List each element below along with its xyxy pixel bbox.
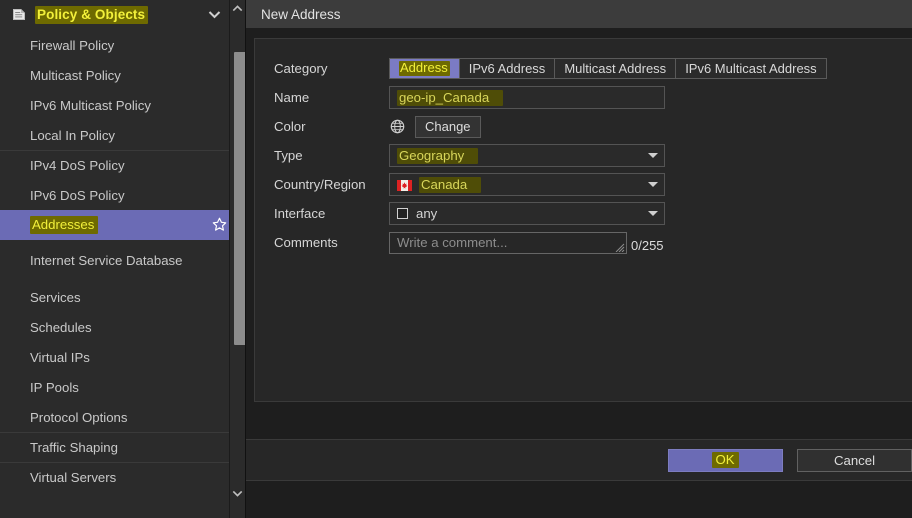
dialog-footer: OK Cancel [246,439,912,481]
category-option-label: Address [399,60,450,76]
form-row-type: Type Geography [255,141,912,170]
country-region-value: Canada [419,176,482,193]
name-label: Name [274,90,310,105]
sidebar-item-label: Firewall Policy [30,37,115,53]
category-label: Category [274,61,328,76]
sidebar-item-ipv6-multicast-policy[interactable]: IPv6 Multicast Policy [0,90,245,120]
interface-value: any [416,206,438,221]
form-row-country-region: Country/Region Canada [255,170,912,199]
resize-grip-icon[interactable] [614,241,625,252]
type-label: Type [274,148,303,163]
sidebar-item-multicast-policy[interactable]: Multicast Policy [0,60,245,90]
sidebar-item-traffic-shaping[interactable]: Traffic Shaping [0,432,245,462]
form-row-color: Color Change [255,112,912,141]
sidebar-item-label: Schedules [30,319,92,335]
sidebar-item-firewall-policy[interactable]: Firewall Policy [0,30,245,60]
name-input-value: geo-ip_Canada [397,89,504,106]
sidebar-item-list: Firewall Policy Multicast Policy IPv6 Mult… [0,30,245,518]
color-label: Color [274,119,306,134]
checkbox-icon [397,208,408,219]
sidebar-item-local-in-policy[interactable]: Local In Policy [0,120,245,150]
chevron-down-icon[interactable] [208,9,221,21]
comments-char-counter: 0/255 [631,237,664,253]
comments-placeholder: Write a comment... [397,235,508,250]
sidebar-item-label: Protocol Options [30,409,128,425]
sidebar-item-label: IPv6 DoS Policy [30,187,125,203]
sidebar-item-ip-pools[interactable]: IP Pools [0,372,245,402]
name-input[interactable]: geo-ip_Canada [389,86,665,109]
sidebar-item-label: Internet Service Database [30,253,183,268]
country-region-label: Country/Region [274,177,366,192]
comments-label: Comments [274,235,338,250]
sidebar-item-label: IPv6 Multicast Policy [30,97,151,113]
sidebar-scrollbar[interactable] [229,0,245,518]
category-option-multicast-address[interactable]: Multicast Address [555,59,677,78]
sidebar-item-label: IPv4 DoS Policy [30,158,125,173]
new-address-dialog: New Address Category Address IPv6 Address… [246,0,912,518]
sidebar-navigation: Policy & Objects Firewall Policy Multicas… [0,0,246,518]
address-form-panel: Category Address IPv6 Address Multicast Ad… [254,38,912,402]
sidebar-item-virtual-servers[interactable]: Virtual Servers [0,462,245,492]
form-row-name: Name geo-ip_Canada [255,83,912,112]
type-select-value: Geography [397,147,479,164]
sidebar-item-label: Services [30,289,81,305]
ok-button-label: OK [712,452,739,468]
sidebar-item-ipv4-dos-policy[interactable]: IPv4 DoS Policy [0,150,245,180]
type-select[interactable]: Geography [389,144,665,167]
scrollbar-bottom-cap [230,502,245,518]
globe-color-icon[interactable] [390,119,405,134]
sidebar-item-label: Traffic Shaping [30,440,118,455]
sidebar-item-label: Multicast Policy [30,67,121,83]
sidebar-item-internet-service-database[interactable]: Internet Service Database [0,240,245,282]
sidebar-item-ipv6-dos-policy[interactable]: IPv6 DoS Policy [0,180,245,210]
change-color-button[interactable]: Change [415,115,481,138]
application-window: Policy & Objects Firewall Policy Multicas… [0,0,912,518]
category-option-ipv6-multicast-address[interactable]: IPv6 Multicast Address [676,59,826,78]
interface-label: Interface [274,206,326,221]
flag-canada-icon [397,179,412,191]
sidebar-item-services[interactable]: Services [0,282,245,312]
interface-select[interactable]: any [389,202,665,225]
scrollbar-up-arrow[interactable] [230,0,245,17]
country-region-select[interactable]: Canada [389,173,665,196]
sidebar-header-policy-objects[interactable]: Policy & Objects [0,0,245,30]
chevron-down-icon [648,182,658,187]
sidebar-item-label: Addresses [30,216,99,234]
scrollbar-down-arrow[interactable] [230,485,245,502]
sidebar-item-schedules[interactable]: Schedules [0,312,245,342]
comments-textarea[interactable]: Write a comment... [389,231,627,254]
dialog-bottom-spacer [246,481,912,518]
category-segmented-control[interactable]: Address IPv6 Address Multicast Address IPv6… [389,58,827,79]
cancel-button[interactable]: Cancel [797,448,912,472]
sidebar-item-label: IP Pools [30,379,79,395]
document-policy-icon [10,6,28,24]
dialog-body: Category Address IPv6 Address Multicast Ad… [246,28,912,439]
form-row-comments: Comments Write a comment... 0/255 [255,228,912,257]
category-option-ipv6-address[interactable]: IPv6 Address [460,59,556,78]
sidebar-item-virtual-ips[interactable]: Virtual IPs [0,342,245,372]
sidebar-item-protocol-options[interactable]: Protocol Options [0,402,245,432]
ok-button[interactable]: OK [668,448,783,472]
sidebar-header-title: Policy & Objects [35,6,149,24]
form-row-category: Category Address IPv6 Address Multicast Ad… [255,54,912,83]
form-row-interface: Interface any [255,199,912,228]
chevron-down-icon [648,153,658,158]
sidebar-item-label: Virtual IPs [30,349,90,365]
favorite-star-icon[interactable] [212,217,227,234]
sidebar-item-addresses[interactable]: Addresses [0,210,245,240]
sidebar-item-label: Local In Policy [30,127,116,143]
chevron-down-icon [648,211,658,216]
sidebar-item-label: Virtual Servers [30,470,117,485]
category-option-address[interactable]: Address [390,59,460,78]
scrollbar-track[interactable] [232,17,245,485]
dialog-title: New Address [246,0,912,28]
scrollbar-thumb[interactable] [234,52,245,345]
